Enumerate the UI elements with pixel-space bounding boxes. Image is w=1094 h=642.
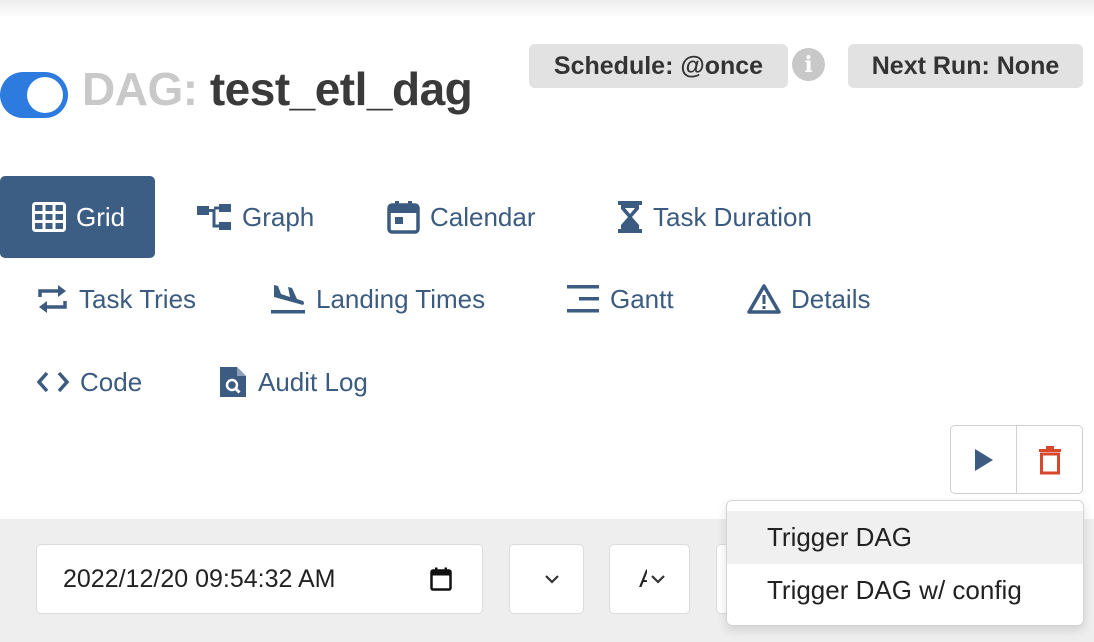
grid-icon xyxy=(32,202,66,232)
num-runs-select[interactable] xyxy=(509,544,584,614)
dag-title-prefix: DAG: xyxy=(82,63,198,115)
tab-landing-times[interactable]: Landing Times xyxy=(270,258,485,340)
base-date-input[interactable]: 2022/12/20 09:54:32 AM xyxy=(36,544,483,614)
dag-id: test_etl_dag xyxy=(209,63,473,115)
info-icon[interactable]: i xyxy=(792,48,825,81)
tab-calendar-label: Calendar xyxy=(430,201,536,232)
calendar-picker-icon[interactable] xyxy=(430,567,452,591)
tab-task-duration[interactable]: Task Duration xyxy=(617,176,812,258)
tab-details-label: Details xyxy=(791,283,871,314)
tab-graph[interactable]: Graph xyxy=(196,176,314,258)
trigger-dropdown-menu: Trigger DAG Trigger DAG w/ config xyxy=(726,500,1084,626)
page-title: DAG: test_etl_dag xyxy=(82,62,473,116)
warning-triangle-icon xyxy=(747,284,781,314)
run-type-select[interactable]: A xyxy=(609,544,690,614)
toggle-knob xyxy=(27,77,63,113)
tab-details[interactable]: Details xyxy=(747,258,870,340)
tab-graph-label: Graph xyxy=(242,201,315,232)
trigger-dag-button[interactable] xyxy=(951,426,1016,493)
tab-gantt-label: Gantt xyxy=(610,283,674,314)
tab-task-duration-label: Task Duration xyxy=(653,201,812,232)
tab-audit-log-label: Audit Log xyxy=(258,366,368,397)
gantt-icon xyxy=(567,285,599,313)
tab-grid-label: Grid xyxy=(76,201,126,232)
chevron-down-icon xyxy=(545,575,559,584)
top-shadow xyxy=(0,0,1094,18)
calendar-icon xyxy=(387,201,420,234)
code-brackets-icon xyxy=(36,371,70,393)
trash-icon xyxy=(1038,445,1061,474)
dag-action-buttons xyxy=(950,425,1083,494)
tab-calendar[interactable]: Calendar xyxy=(387,176,536,258)
graph-icon xyxy=(197,204,231,230)
retry-arrows-icon xyxy=(38,285,67,313)
dag-pause-toggle[interactable] xyxy=(0,72,68,118)
tab-audit-log[interactable]: Audit Log xyxy=(218,341,368,423)
tab-code-label: Code xyxy=(80,366,143,397)
base-date-value: 2022/12/20 09:54:32 AM xyxy=(63,564,336,593)
next-run-badge: Next Run: None xyxy=(848,44,1083,88)
tab-code[interactable]: Code xyxy=(36,341,142,423)
run-type-select-value: A xyxy=(639,565,647,594)
delete-dag-button[interactable] xyxy=(1016,426,1082,493)
tab-task-tries[interactable]: Task Tries xyxy=(36,258,196,340)
tab-landing-times-label: Landing Times xyxy=(316,283,486,314)
tab-task-tries-label: Task Tries xyxy=(79,283,197,314)
chevron-down-icon xyxy=(651,575,665,584)
play-icon xyxy=(974,448,993,471)
tab-gantt[interactable]: Gantt xyxy=(566,258,674,340)
menu-item-trigger-dag[interactable]: Trigger DAG xyxy=(727,511,1083,564)
plane-landing-icon xyxy=(271,285,305,314)
schedule-badge: Schedule: @once xyxy=(529,44,788,88)
tab-grid[interactable]: Grid xyxy=(0,176,156,258)
file-search-icon xyxy=(220,367,246,397)
hourglass-icon xyxy=(618,201,642,233)
menu-item-trigger-dag-with-config[interactable]: Trigger DAG w/ config xyxy=(727,564,1083,617)
